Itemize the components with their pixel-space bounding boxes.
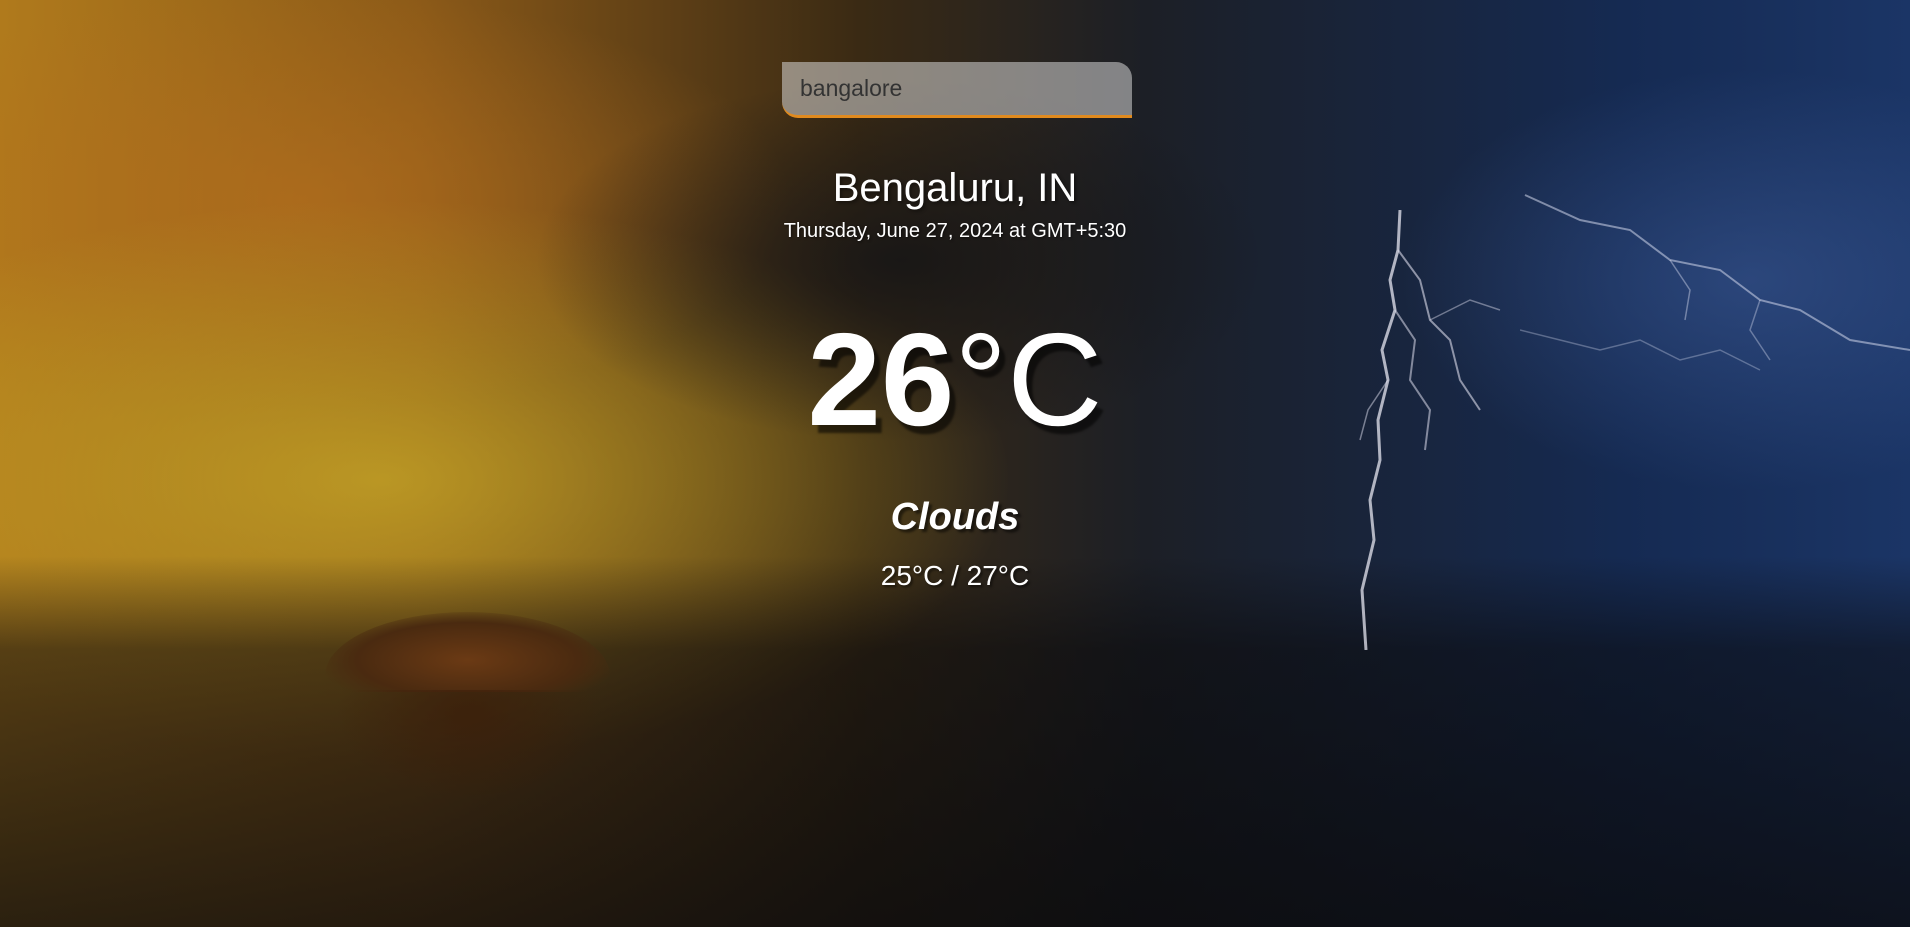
date-time: Thursday, June 27, 2024 at GMT+5:30 xyxy=(783,220,1127,242)
weather-condition: Clouds xyxy=(890,496,1020,538)
temperature-range: 25°C / 27°C xyxy=(880,560,1030,591)
temperature-value: 26 xyxy=(807,306,955,453)
location-name: Bengaluru, IN xyxy=(832,166,1078,210)
temperature-unit: °C xyxy=(954,306,1103,453)
weather-content: Bengaluru, IN Thursday, June 27, 2024 at… xyxy=(0,0,1910,927)
current-temperature: 26°C xyxy=(0,305,1910,455)
search-input[interactable] xyxy=(782,62,1132,118)
weather-app: Bengaluru, IN Thursday, June 27, 2024 at… xyxy=(0,0,1910,927)
